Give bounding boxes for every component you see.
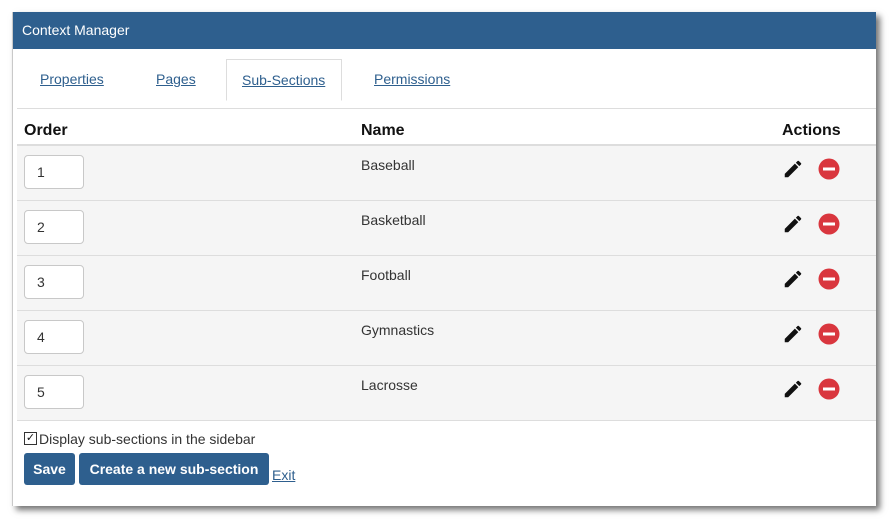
tab-properties[interactable]: Properties — [40, 59, 104, 101]
remove-icon[interactable] — [818, 378, 840, 400]
column-header-name: Name — [361, 122, 405, 139]
order-input[interactable] — [24, 320, 84, 354]
sub-section-name: Lacrosse — [361, 377, 418, 393]
remove-icon[interactable] — [818, 213, 840, 235]
sub-section-name: Basketball — [361, 212, 426, 228]
order-input[interactable] — [24, 210, 84, 244]
context-manager-window: Context Manager Properties Pages Sub-Sec… — [12, 12, 876, 506]
order-input[interactable] — [24, 155, 84, 189]
tab-pages[interactable]: Pages — [156, 59, 196, 101]
save-button[interactable]: Save — [24, 453, 75, 485]
tab-permissions[interactable]: Permissions — [374, 59, 450, 101]
sub-section-name: Baseball — [361, 157, 415, 173]
remove-icon[interactable] — [818, 158, 840, 180]
order-input[interactable] — [24, 375, 84, 409]
table-row: Baseball — [17, 146, 876, 201]
table-row: Lacrosse — [17, 366, 876, 421]
display-in-sidebar-label: Display sub-sections in the sidebar — [39, 431, 256, 447]
pencil-icon[interactable] — [782, 323, 804, 345]
pencil-icon[interactable] — [782, 158, 804, 180]
display-in-sidebar-checkbox[interactable]: ✓ — [24, 432, 37, 445]
sub-sections-table: Baseball Basketball Football Gymnastics … — [17, 146, 876, 421]
sub-section-name: Gymnastics — [361, 322, 435, 338]
table-row: Basketball — [17, 201, 876, 256]
remove-icon[interactable] — [818, 268, 840, 290]
sub-section-name: Football — [361, 267, 411, 283]
table-row: Gymnastics — [17, 311, 876, 366]
tab-sub-sections[interactable]: Sub-Sections — [226, 59, 342, 101]
window-title: Context Manager — [13, 12, 876, 49]
column-header-order: Order — [24, 122, 68, 139]
pencil-icon[interactable] — [782, 213, 804, 235]
column-header-actions: Actions — [782, 122, 841, 139]
table-header: Order Name Actions — [17, 117, 876, 146]
pencil-icon[interactable] — [782, 268, 804, 290]
create-sub-section-button[interactable]: Create a new sub-section — [79, 453, 269, 485]
pencil-icon[interactable] — [782, 378, 804, 400]
order-input[interactable] — [24, 265, 84, 299]
tab-bar: Properties Pages Sub-Sections Permission… — [17, 59, 876, 109]
exit-link[interactable]: Exit — [272, 467, 295, 483]
table-row: Football — [17, 256, 876, 311]
remove-icon[interactable] — [818, 323, 840, 345]
